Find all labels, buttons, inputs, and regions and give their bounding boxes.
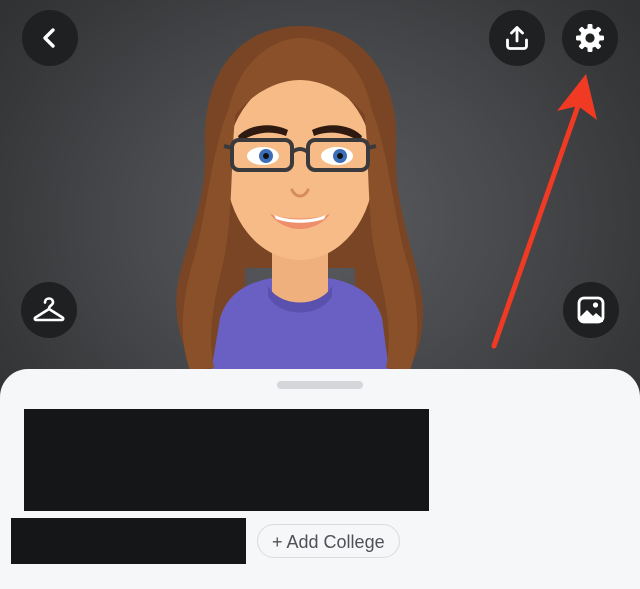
settings-button[interactable] (562, 10, 618, 66)
chevron-left-icon (43, 28, 55, 48)
redacted-name (24, 409, 429, 511)
hanger-icon (33, 297, 65, 322)
redacted-username (11, 518, 246, 564)
upload-icon (506, 26, 528, 50)
bitmoji-avatar (176, 26, 423, 378)
image-icon (577, 296, 605, 324)
outfit-button[interactable] (21, 282, 77, 338)
gear-icon (576, 24, 604, 52)
profile-sheet: + Add College (0, 369, 640, 589)
sheet-grabber[interactable] (277, 381, 363, 389)
back-button[interactable] (22, 10, 78, 66)
background-button[interactable] (563, 282, 619, 338)
share-button[interactable] (489, 10, 545, 66)
add-college-button[interactable]: + Add College (257, 524, 400, 558)
